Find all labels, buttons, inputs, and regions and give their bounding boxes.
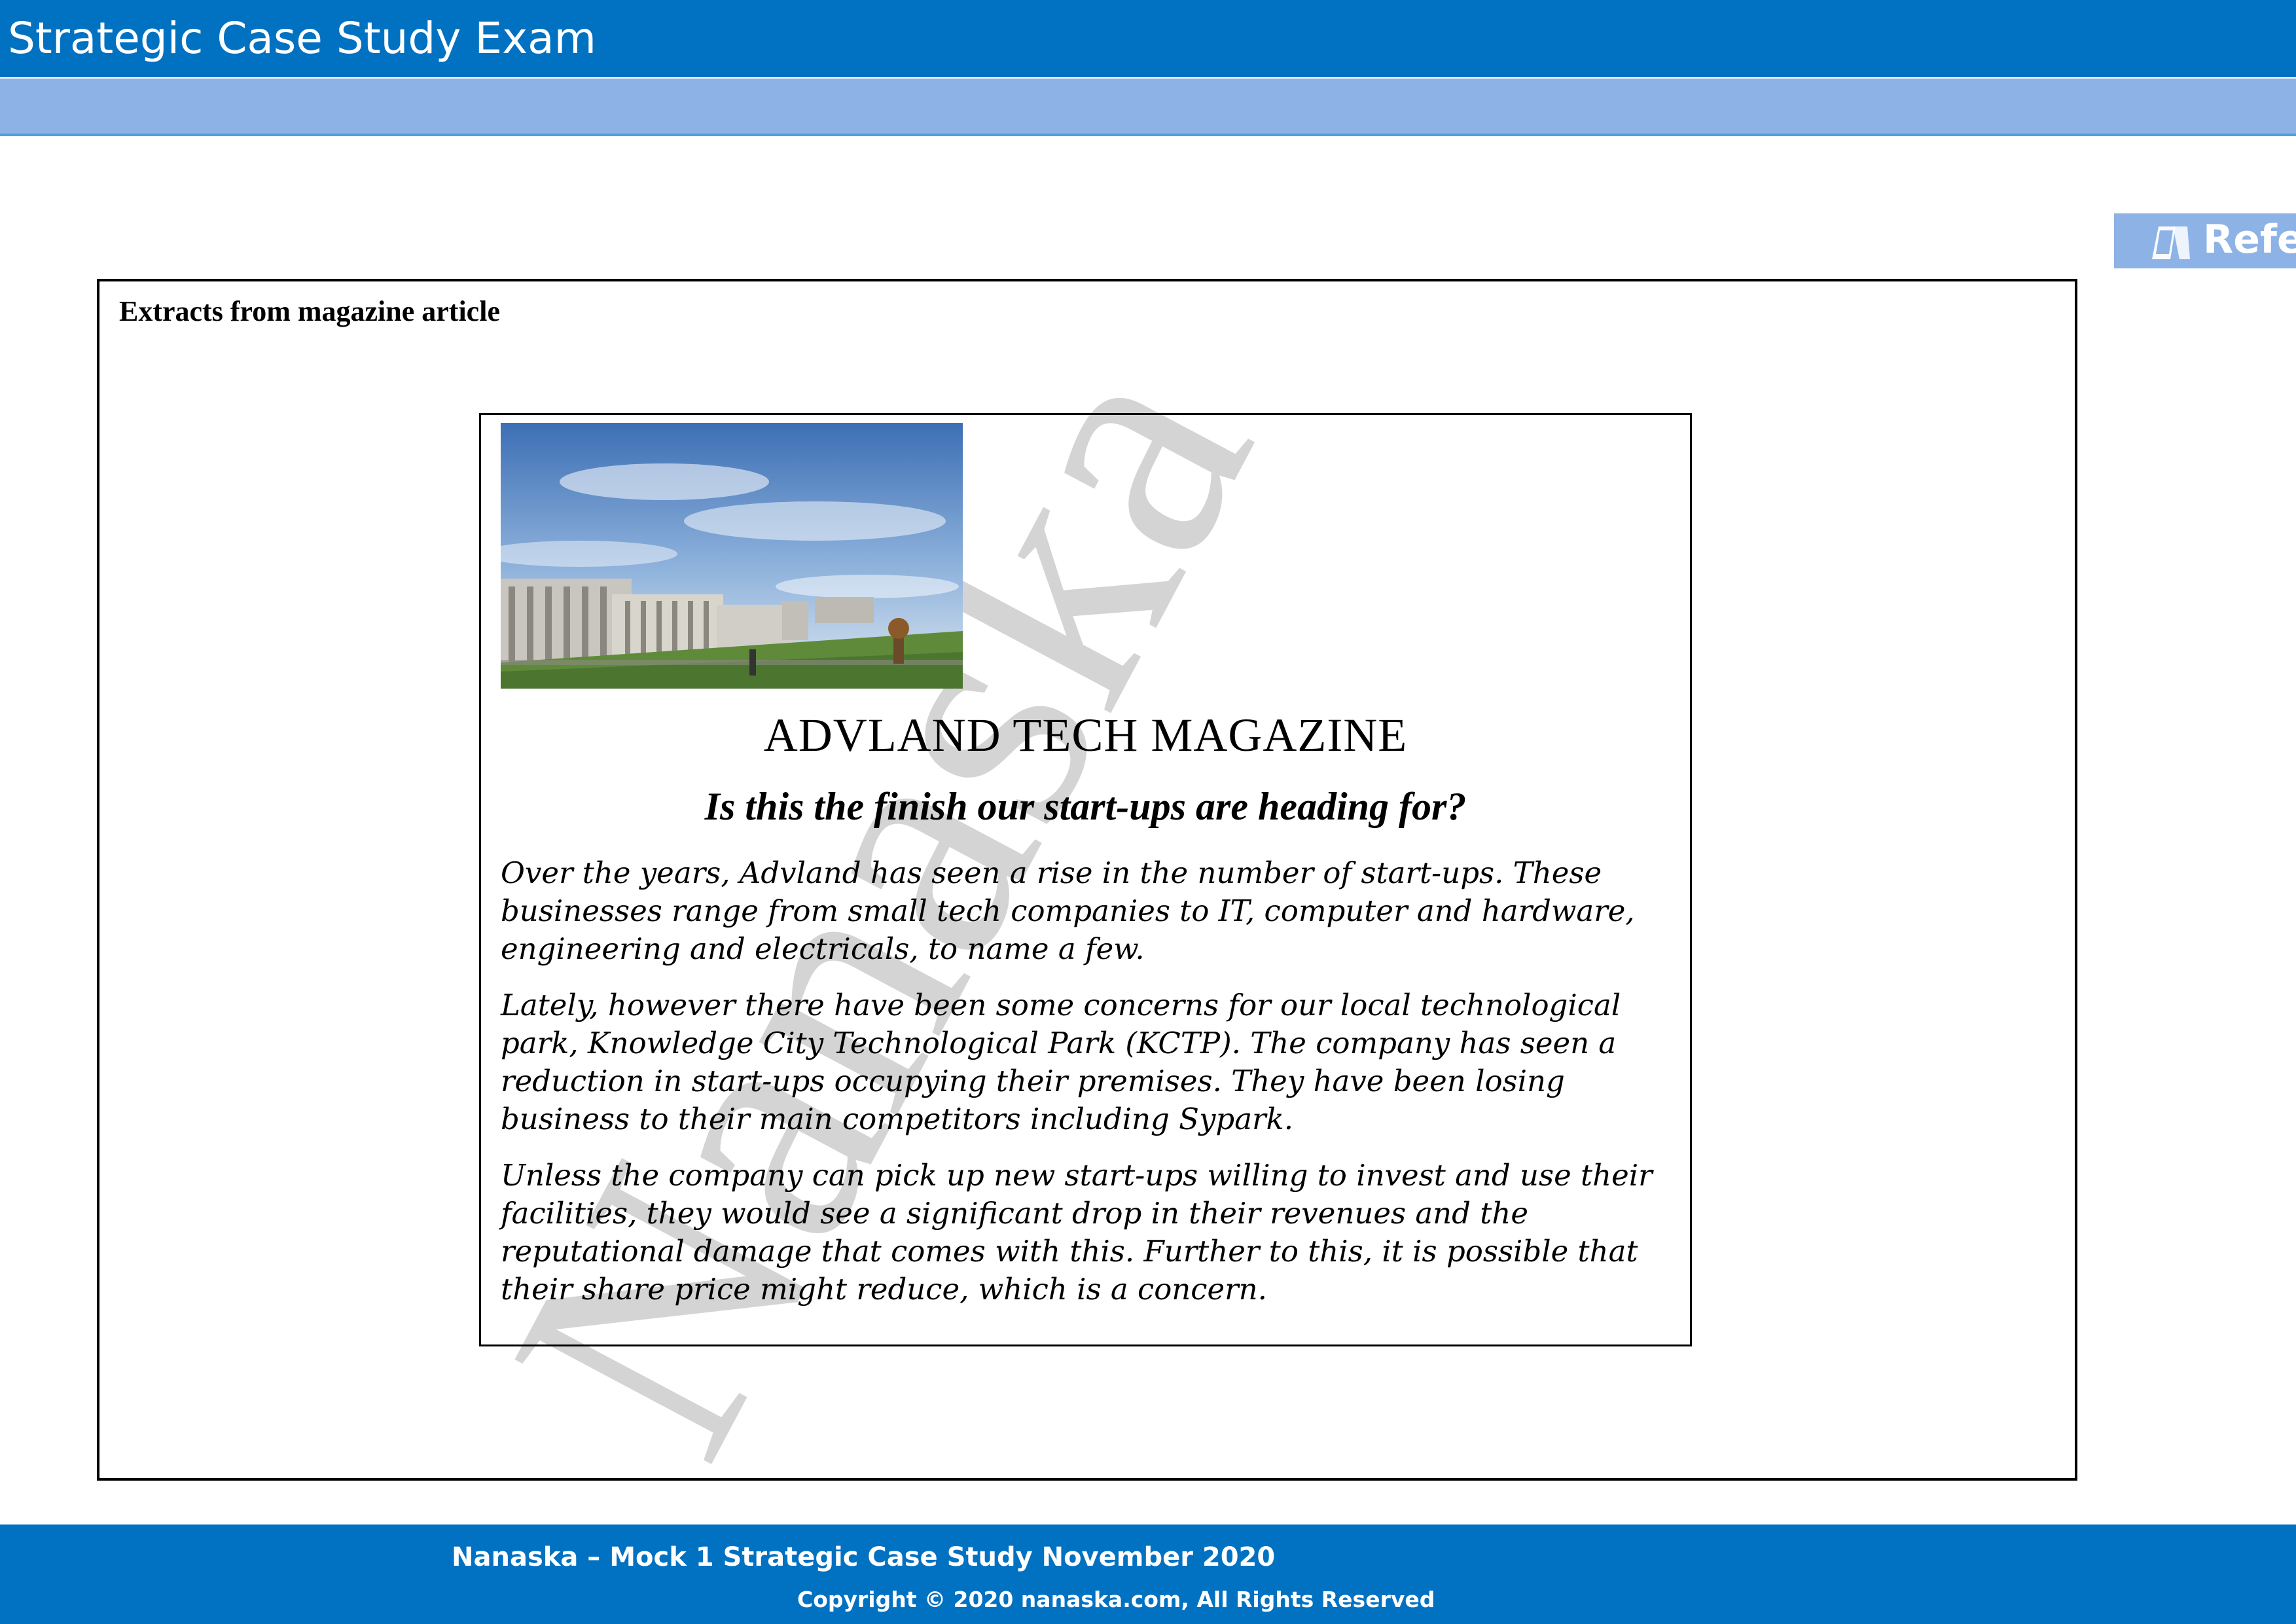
reference-tab[interactable]: Refe [2114, 213, 2296, 268]
article-paragraph: Over the years, Advland has seen a rise … [501, 856, 1635, 966]
article-headline: Is this the finish our start-ups are hea… [704, 785, 1467, 828]
reference-tab-label: Refe [2203, 217, 2296, 262]
copyright-notice: Copyright © 2020 nanaska.com, All Rights… [797, 1587, 1435, 1612]
article-body: Over the years, Advland has seen a rise … [501, 854, 1672, 1327]
title-bar: Strategic Case Study Exam [0, 0, 2296, 77]
page-title: Strategic Case Study Exam [8, 13, 596, 63]
magazine-title: ADVLAND TECH MAGAZINE [763, 709, 1408, 761]
footer-title: Nanaska – Mock 1 Strategic Case Study No… [452, 1542, 1276, 1572]
building-photo [501, 423, 963, 689]
exhibit-heading: Extracts from magazine article [119, 295, 500, 327]
book-icon [2152, 226, 2190, 259]
article-paragraph: Unless the company can pick up new start… [501, 1158, 1653, 1307]
toolbar-strip [0, 79, 2296, 136]
article-paragraph: Lately, however there have been some con… [501, 988, 1621, 1136]
